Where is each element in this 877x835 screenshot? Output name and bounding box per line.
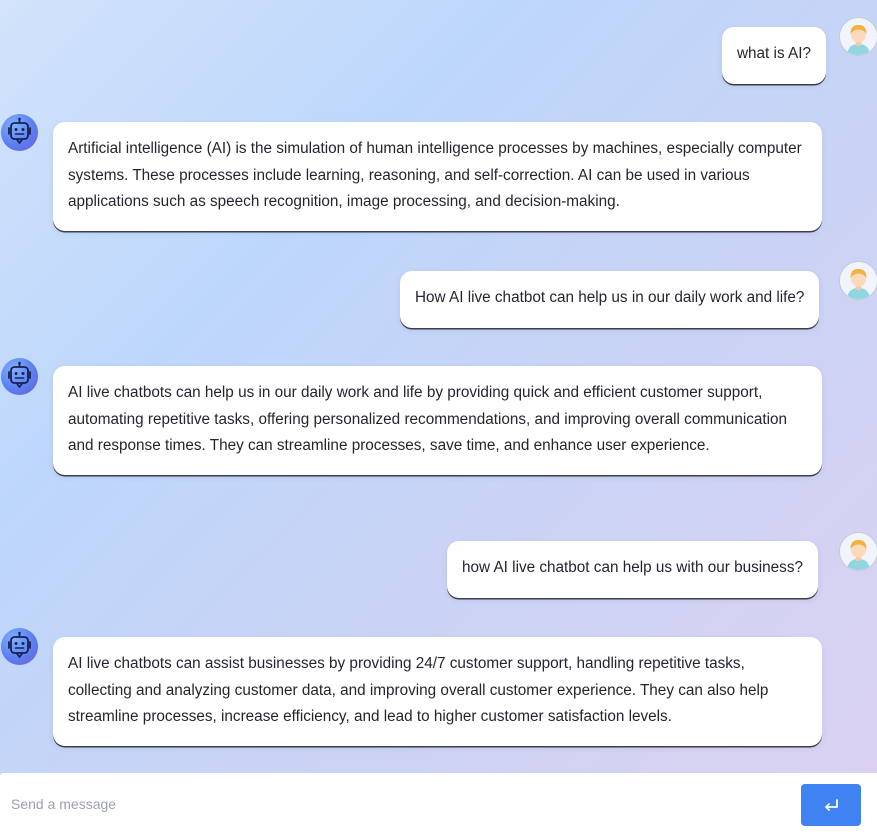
- bot-message: Artificial intelligence (AI) is the simu…: [53, 122, 822, 231]
- robot-icon: [8, 361, 31, 388]
- send-button[interactable]: [801, 784, 861, 826]
- user-avatar: [840, 18, 877, 55]
- user-avatar: [840, 262, 877, 299]
- robot-icon: [8, 117, 31, 144]
- user-avatar: [840, 533, 877, 570]
- user-avatar-icon: [840, 262, 877, 299]
- message-text: what is AI?: [737, 45, 811, 62]
- enter-return-icon: [825, 799, 838, 811]
- user-avatar-icon: [840, 18, 877, 55]
- user-message: how AI live chatbot can help us with our…: [447, 541, 818, 598]
- message-text: AI live chatbots can assist businesses b…: [68, 655, 769, 725]
- message-composer: [0, 773, 877, 835]
- bot-message: AI live chatbots can help us in our dail…: [53, 366, 822, 475]
- bot-avatar: [1, 114, 38, 151]
- message-text: How AI live chatbot can help us in our d…: [415, 289, 805, 306]
- bot-avatar: [1, 628, 38, 665]
- user-avatar-icon: [840, 533, 877, 570]
- message-text: how AI live chatbot can help us with our…: [462, 559, 803, 576]
- message-text: Artificial intelligence (AI) is the simu…: [68, 140, 802, 210]
- user-message: How AI live chatbot can help us in our d…: [400, 271, 820, 328]
- bot-message: AI live chatbots can assist businesses b…: [53, 637, 822, 746]
- message-input[interactable]: [0, 773, 790, 835]
- bot-avatar: [1, 358, 38, 395]
- robot-icon: [8, 631, 31, 658]
- user-message: what is AI?: [722, 27, 826, 84]
- message-text: AI live chatbots can help us in our dail…: [68, 384, 788, 454]
